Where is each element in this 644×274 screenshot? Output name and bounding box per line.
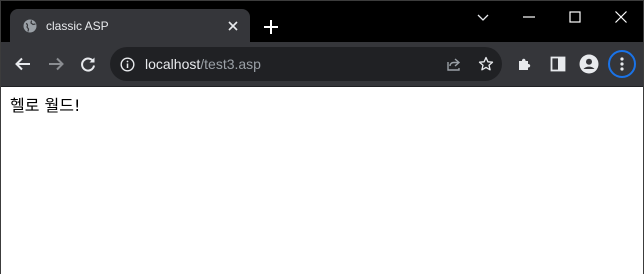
puzzle-icon[interactable]: [515, 54, 535, 74]
page-content: 헬로 월드!: [1, 87, 643, 274]
page-body-text: 헬로 월드!: [10, 96, 81, 115]
tab-title: classic ASP: [46, 19, 109, 33]
star-icon[interactable]: [478, 56, 494, 72]
tab-strip: classic ASP: [1, 1, 643, 42]
share-icon[interactable]: [446, 56, 462, 72]
chevron-down-icon[interactable]: [473, 7, 493, 27]
url-host: localhost: [145, 56, 201, 72]
side-panel-icon[interactable]: [548, 54, 568, 74]
browser-window: classic ASP localhost/test3.asp 헬로 월드!: [0, 0, 644, 274]
reload-icon[interactable]: [78, 54, 98, 74]
forward-arrow-icon[interactable]: [46, 54, 66, 74]
globe-icon: [23, 19, 37, 33]
profile-icon[interactable]: [579, 54, 599, 74]
back-arrow-icon[interactable]: [13, 54, 33, 74]
url-text[interactable]: localhost/test3.asp: [145, 56, 261, 72]
address-bar[interactable]: localhost/test3.asp: [110, 47, 502, 81]
maximize-icon[interactable]: [565, 7, 585, 27]
info-icon[interactable]: [120, 57, 135, 72]
toolbar: localhost/test3.asp: [1, 42, 643, 87]
close-window-icon[interactable]: [611, 7, 631, 27]
minimize-icon[interactable]: [519, 7, 539, 27]
more-vert-icon[interactable]: [612, 54, 632, 74]
url-path: /test3.asp: [200, 56, 261, 72]
close-icon[interactable]: [226, 19, 240, 33]
plus-icon[interactable]: [261, 17, 281, 37]
tab-classic-asp[interactable]: classic ASP: [10, 9, 250, 42]
